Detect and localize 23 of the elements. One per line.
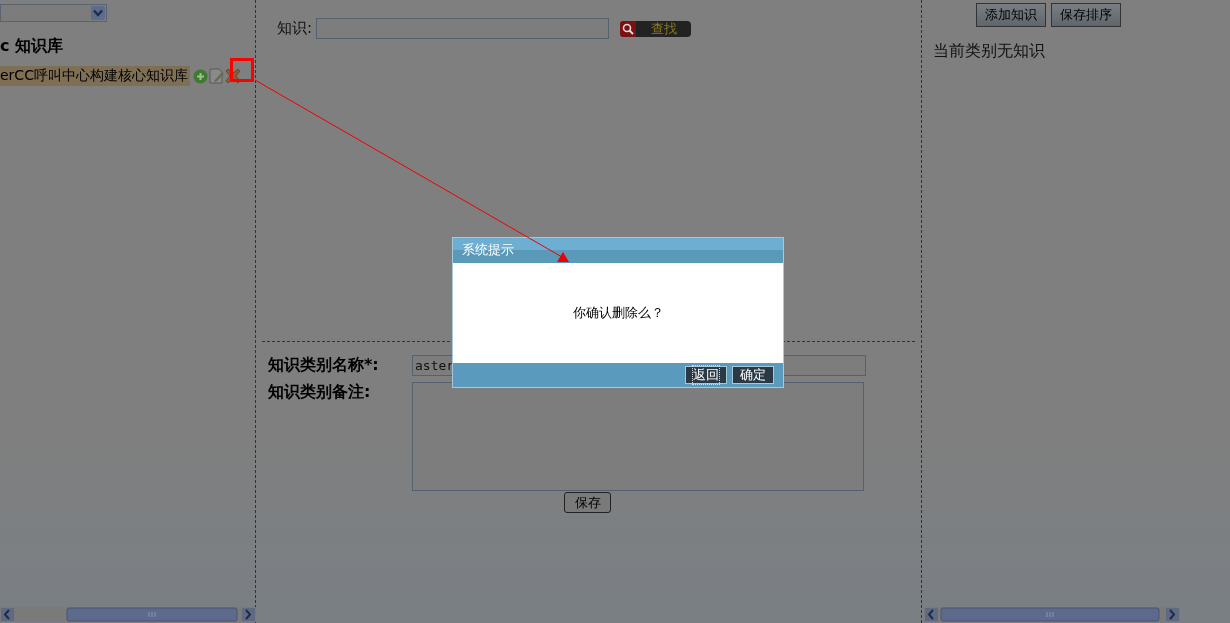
empty-message: 当前类别无知识	[933, 41, 1046, 62]
dialog-title: 系统提示	[453, 238, 783, 263]
search-label: 知识:	[277, 19, 313, 38]
knowledge-base-title: c 知识库	[0, 36, 65, 57]
caret-icon	[93, 9, 103, 17]
dialog-button[interactable]: 返回	[685, 366, 727, 384]
category-dropdown[interactable]	[0, 4, 107, 22]
horizontal-scrollbar[interactable]	[0, 607, 256, 622]
horizontal-scrollbar[interactable]	[924, 607, 1180, 622]
search-field[interactable]	[316, 18, 610, 39]
field-label: 知识类别备注:	[268, 382, 372, 403]
edit-icon[interactable]	[208, 68, 224, 84]
tree-item[interactable]: erCC呼叫中心构建核心知识库	[0, 66, 190, 86]
add-icon[interactable]	[192, 68, 208, 84]
save-button[interactable]: 保存	[564, 492, 611, 513]
field-label: 知识类别名称*:	[268, 355, 380, 376]
category-note-field[interactable]	[412, 382, 864, 491]
dialog-message: 你确认删除么？	[572, 304, 664, 322]
delete-icon[interactable]	[224, 68, 241, 84]
toolbar-button[interactable]: 添加知识	[976, 3, 1046, 27]
dialog-button[interactable]: 确定	[732, 366, 774, 384]
search-icon	[622, 22, 635, 35]
toolbar-button[interactable]: 保存排序	[1051, 3, 1121, 27]
